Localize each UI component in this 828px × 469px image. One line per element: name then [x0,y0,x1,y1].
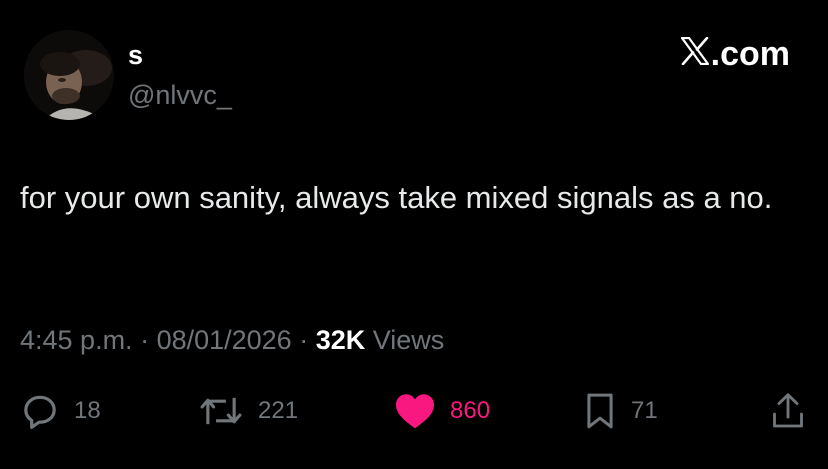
repost-button[interactable]: 221 [198,388,298,434]
post-time[interactable]: 4:45 p.m. [20,325,133,355]
views-label: Views [372,325,445,355]
meta-separator: · [132,325,157,355]
reply-icon [24,395,56,429]
repost-count: 221 [258,397,299,424]
like-button[interactable]: 860 [394,388,490,434]
tweet-text: for your own sanity, always take mixed s… [20,180,773,215]
avatar[interactable] [24,30,114,120]
user-handle[interactable]: @nlvvc_ [128,80,232,110]
bookmark-count: 71 [631,397,658,424]
bookmark-icon [587,393,613,429]
share-icon [773,393,803,428]
tweet-meta: 4:45 p.m. · 08/01/2026 · 32K Views [20,322,444,358]
post-date[interactable]: 08/01/2026 [157,325,292,355]
profile-photo-icon [24,30,114,120]
repost-icon [200,397,242,425]
brand-suffix: .com [710,35,790,73]
share-button[interactable] [770,388,806,434]
action-bar: 18 221 860 71 [0,388,828,434]
brand-logo: .com [680,35,790,73]
display-name[interactable]: s [128,40,143,70]
views-count: 32K [315,325,366,355]
reply-count: 18 [74,397,101,424]
x-logo-icon [680,35,710,73]
meta-separator: · [291,325,316,355]
bookmark-button[interactable]: 71 [583,388,658,434]
heart-icon [396,394,434,429]
tweet-card: s @nlvvc_ .com for your own sanity, alwa… [0,0,828,469]
like-count: 860 [450,397,491,424]
reply-button[interactable]: 18 [20,388,101,434]
